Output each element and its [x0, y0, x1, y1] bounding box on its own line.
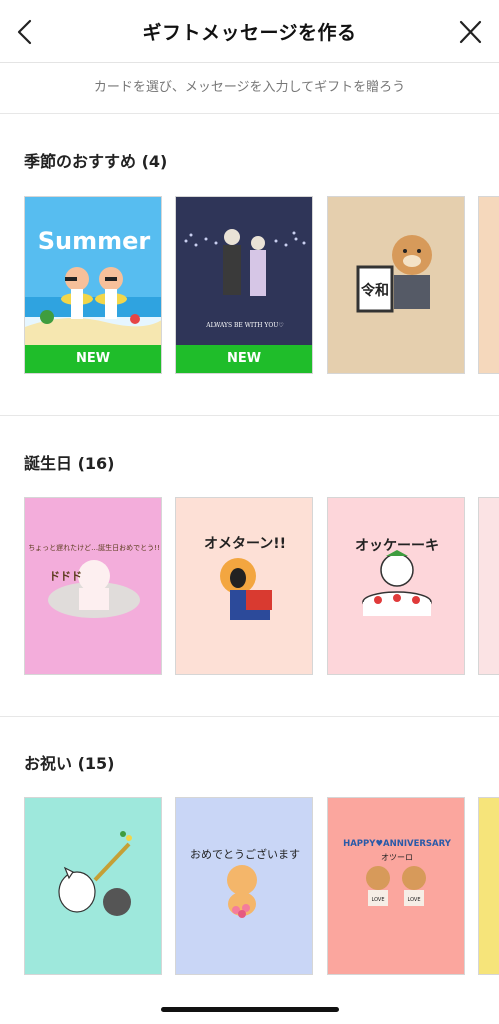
card-art-text: HAPPY♥ANNIVERSARY — [343, 839, 452, 849]
instruction-text: カードを選び、メッセージを入力してギフトを贈ろう — [0, 63, 499, 114]
header-bar: ギフトメッセージを作る — [0, 0, 499, 63]
card-art-text: おめでとうございます — [190, 847, 300, 861]
page-title: ギフトメッセージを作る — [142, 22, 357, 44]
congrats-card-art: おめでとうございます — [176, 798, 312, 974]
section-title-seasonal: 季節のおすすめ (4) — [24, 152, 168, 171]
card-art-text: ドドド — [49, 570, 82, 583]
card-row-birthday[interactable]: ちょっと遅れたけど…誕生日おめでとう!! ドドド オメターン!! オッケーーキ — [0, 497, 499, 677]
gift-card-reiwa[interactable]: 令和 — [327, 196, 465, 374]
gift-card-birthday-more[interactable] — [478, 497, 499, 675]
gift-card-seasonal-more[interactable] — [478, 196, 499, 374]
gift-card-celebration-more[interactable] — [478, 797, 499, 975]
card-art-text: ちょっと遅れたけど…誕生日おめでとう!! — [28, 543, 160, 552]
section-title-celebration: お祝い (15) — [24, 754, 115, 773]
gift-card-omedaan[interactable]: オメターン!! — [175, 497, 313, 675]
card-row-seasonal[interactable]: Summer NEW ALWAYS BE WITH YOU♡ NEW 令和 — [0, 196, 499, 376]
gift-card-happy-anniversary[interactable]: HAPPY♥ANNIVERSARY オツーロ LOVE LOVE — [327, 797, 465, 975]
card-art-text: LOVE — [371, 897, 384, 903]
anniversary-card-art: HAPPY♥ANNIVERSARY オツーロ LOVE LOVE — [328, 798, 464, 974]
late-birthday-card-art: ちょっと遅れたけど…誕生日おめでとう!! ドドド — [25, 498, 161, 674]
reiwa-card-art: 令和 — [328, 197, 464, 373]
close-icon — [459, 20, 482, 44]
section-title-birthday: 誕生日 (16) — [24, 454, 115, 473]
card-row-celebration[interactable]: おめでとうございます HAPPY♥ANNIVERSARY オツーロ LOVE L… — [0, 797, 499, 977]
omedaan-card-art: オメターン!! — [176, 498, 312, 674]
section-divider — [0, 716, 499, 717]
card-art-text: Summer — [38, 227, 151, 255]
new-badge: NEW — [25, 345, 161, 373]
gift-card-congratulations[interactable]: おめでとうございます — [175, 797, 313, 975]
card-art-text: ALWAYS BE WITH YOU♡ — [205, 322, 283, 329]
gift-card-okke-kiss[interactable]: オッケーーキ — [327, 497, 465, 675]
card-art-text: オメターン!! — [204, 536, 286, 552]
gift-card-late-birthday[interactable]: ちょっと遅れたけど…誕生日おめでとう!! ドドド — [24, 497, 162, 675]
card-art-text: オツーロ — [381, 853, 413, 862]
gift-card-summer[interactable]: Summer NEW — [24, 196, 162, 374]
card-art-text: LOVE — [407, 897, 420, 903]
cats-card-art — [25, 798, 161, 974]
home-indicator — [161, 1007, 339, 1012]
close-button[interactable] — [455, 16, 485, 48]
cake-card-art: オッケーーキ — [328, 498, 464, 674]
section-divider — [0, 415, 499, 416]
gift-card-always-with-you[interactable]: ALWAYS BE WITH YOU♡ NEW — [175, 196, 313, 374]
card-art-text: 令和 — [360, 282, 389, 299]
new-badge: NEW — [176, 345, 312, 373]
gift-card-cats-party[interactable] — [24, 797, 162, 975]
